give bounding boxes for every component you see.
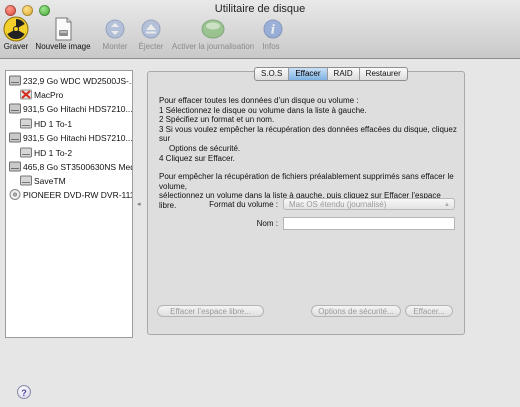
toolbar: Utilitaire de disque Graver Nouvelle ima… (0, 0, 520, 59)
hard-disk-icon (9, 132, 21, 143)
select-arrows-icon: ▲ (444, 202, 450, 208)
format-label: Format du volume : (209, 200, 278, 209)
instructions-note-1: Pour empêcher la récupération de fichier… (159, 172, 454, 191)
tab-raid[interactable]: RAID (326, 68, 359, 80)
disk-utility-window: Utilitaire de disque Graver Nouvelle ima… (0, 0, 520, 407)
hard-disk-icon (9, 75, 21, 86)
burn-button[interactable]: Graver (3, 16, 29, 51)
volume-icon (20, 118, 32, 129)
eject-label: Éjecter (138, 42, 164, 51)
enable-journaling-label: Activer la journalisation (171, 42, 255, 51)
hard-disk-icon (9, 103, 21, 114)
eject-icon (138, 16, 164, 42)
new-image-button[interactable]: Nouvelle image (35, 16, 91, 51)
instructions-step-1: 1 Sélectionnez le disque ou volume dans … (159, 105, 367, 115)
instructions-intro: Pour effacer toutes les données d’un dis… (159, 96, 359, 105)
mount-button[interactable]: Monter (100, 16, 130, 51)
mount-label: Monter (102, 42, 128, 51)
erase-free-space-button[interactable]: Effacer l’espace libre... (157, 305, 264, 317)
help-button[interactable]: ? (17, 385, 31, 399)
instructions-step-3-continued: Options de sécurité. (169, 143, 241, 153)
hard-disk-icon (9, 161, 21, 172)
info-icon: i (260, 16, 286, 42)
volume-icon (20, 175, 32, 186)
sidebar-item-disk-hitachi-2[interactable]: 931,5 Go Hitachi HDS7210... (6, 130, 132, 146)
burn-label: Graver (3, 42, 29, 51)
enable-journaling-button[interactable]: Activer la journalisation (169, 16, 257, 51)
svg-text:i: i (271, 23, 276, 37)
new-image-document-icon (50, 16, 76, 42)
instructions-step-3: 3 Si vous voulez empêcher la récupératio… (159, 124, 457, 144)
erase-instructions: Pour effacer toutes les données d’un dis… (159, 96, 459, 211)
tab-erase[interactable]: Effacer (288, 68, 327, 80)
info-button[interactable]: i Infos (260, 16, 283, 51)
tab-bar: S.O.S Effacer RAID Restaurer (254, 67, 408, 81)
volume-error-icon (20, 89, 32, 100)
journaling-icon (200, 16, 226, 42)
format-select-value: Mac OS étendu (journalisé) (289, 200, 387, 209)
window-title: Utilitaire de disque (214, 3, 306, 15)
sidebar-item-dvd-drive[interactable]: PIONEER DVD-RW DVR-111 (6, 187, 132, 203)
volume-icon (20, 147, 32, 158)
eject-button[interactable]: Éjecter (137, 16, 165, 51)
security-options-button[interactable]: Options de sécurité... (311, 305, 401, 317)
format-select[interactable]: Mac OS étendu (journalisé) ▲ (283, 198, 455, 210)
optical-drive-icon (9, 189, 21, 200)
sidebar-item-disk-hitachi-1[interactable]: 931,5 Go Hitachi HDS7210... (6, 101, 132, 117)
instructions-step-2: 2 Spécifiez un format et un nom. (159, 115, 275, 125)
tab-restore[interactable]: Restaurer (358, 68, 407, 80)
tab-sos[interactable]: S.O.S (255, 68, 288, 80)
name-label: Nom : (256, 219, 278, 228)
mount-icon (102, 16, 128, 42)
new-image-label: Nouvelle image (35, 42, 91, 51)
info-label: Infos (262, 42, 280, 51)
disk-list-sidebar[interactable]: 232,9 Go WDC WD2500JS-... MacPro 931,5 G… (5, 70, 133, 338)
name-field[interactable] (283, 217, 455, 230)
instructions-step-4: 4 Cliquez sur Effacer. (159, 153, 235, 163)
splitter-handle-icon[interactable]: ◂ (137, 200, 141, 208)
burn-radiation-icon (3, 16, 29, 42)
erase-button[interactable]: Effacer... (405, 305, 453, 317)
